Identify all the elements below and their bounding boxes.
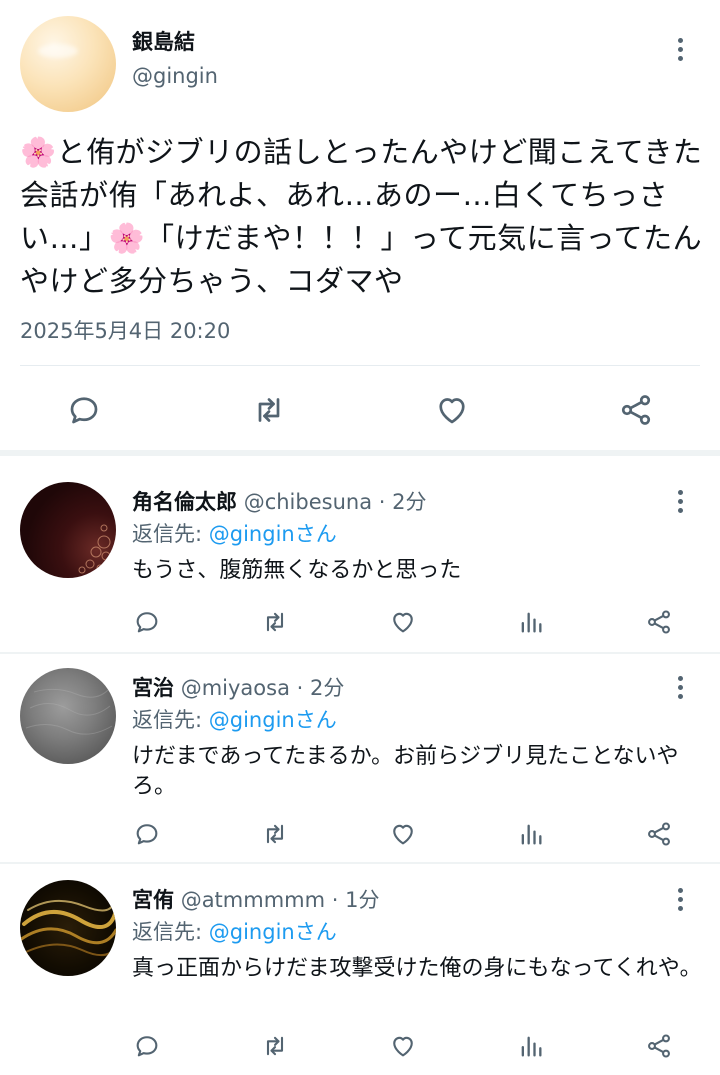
tweet-actions <box>0 386 720 434</box>
reply-text: 真っ正面からけだま攻撃受けた俺の身にもなってくれや。 <box>132 956 702 981</box>
retweet-icon[interactable] <box>249 386 289 434</box>
texture-pattern-icon <box>25 688 113 735</box>
share-icon[interactable] <box>641 1026 677 1066</box>
avatar[interactable] <box>20 880 116 976</box>
reply-time: · 1分 <box>331 888 380 912</box>
reply-to-link[interactable]: @ginginさん <box>209 708 337 732</box>
reply-text: けだまであってたまるか。お前らジブリ見たことないやろ。 <box>132 744 679 799</box>
like-icon[interactable] <box>385 602 421 642</box>
reply-to-line: 返信先: @ginginさん <box>132 518 337 548</box>
tweet-timestamp[interactable]: 2025年5月4日 20:20 <box>20 315 230 345</box>
more-options-icon[interactable] <box>670 888 690 911</box>
analytics-icon[interactable] <box>513 1026 549 1066</box>
author-name[interactable]: 銀島結 <box>132 26 195 56</box>
author-name[interactable]: 宮侑 <box>132 888 174 912</box>
reply-actions <box>0 814 720 854</box>
author-handle[interactable]: @miyaosa <box>181 676 290 700</box>
share-icon[interactable] <box>641 814 677 854</box>
divider <box>20 365 700 366</box>
reply-actions <box>0 602 720 642</box>
tweet-text: 🌸と侑がジブリの話しとったんやけど聞こえてきた会話が侑「あれよ、あれ…あのー…白… <box>20 135 703 298</box>
avatar[interactable] <box>20 16 116 112</box>
analytics-icon[interactable] <box>513 814 549 854</box>
retweet-icon[interactable] <box>257 814 293 854</box>
reply-time: · 2分 <box>296 676 345 700</box>
reply-to-label: 返信先: <box>132 522 209 546</box>
golden-swirl-icon <box>20 897 116 957</box>
more-options-icon[interactable] <box>670 490 690 513</box>
retweet-icon[interactable] <box>257 1026 293 1066</box>
reply-icon[interactable] <box>64 386 104 434</box>
reply-icon[interactable] <box>129 814 165 854</box>
like-icon[interactable] <box>432 386 472 434</box>
tweet-thread: 銀島結 @gingin 🌸と侑がジブリの話しとったんやけど聞こえてきた会話が侑「… <box>0 0 720 1075</box>
author-name[interactable]: 宮治 <box>132 676 174 700</box>
main-tweet: 銀島結 @gingin 🌸と侑がジブリの話しとったんやけど聞こえてきた会話が侑「… <box>0 0 720 456</box>
more-options-icon[interactable] <box>670 676 690 699</box>
floral-pattern-icon <box>78 524 111 574</box>
reply-tweet[interactable]: 宮侑 @atmmmmm · 1分 返信先: @ginginさん 真っ正面からけだ… <box>0 864 720 1075</box>
like-icon[interactable] <box>385 1026 421 1066</box>
reply-icon[interactable] <box>129 602 165 642</box>
author-handle[interactable]: @chibesuna <box>244 490 372 514</box>
reply-to-link[interactable]: @ginginさん <box>209 522 337 546</box>
reply-header: 宮侑 @atmmmmm · 1分 <box>132 884 379 914</box>
analytics-icon[interactable] <box>513 602 549 642</box>
more-options-icon[interactable] <box>670 38 690 61</box>
avatar[interactable] <box>20 668 116 764</box>
reply-text: もうさ、腹筋無くなるかと思った <box>132 558 462 583</box>
reply-icon[interactable] <box>129 1026 165 1066</box>
avatar[interactable] <box>20 482 116 578</box>
author-handle[interactable]: @gingin <box>132 64 218 88</box>
reply-to-link[interactable]: @ginginさん <box>209 920 337 944</box>
share-icon[interactable] <box>641 602 677 642</box>
reply-time: · 2分 <box>378 490 427 514</box>
share-icon[interactable] <box>616 386 656 434</box>
reply-tweet[interactable]: 宮治 @miyaosa · 2分 返信先: @ginginさん けだまであってた… <box>0 654 720 864</box>
like-icon[interactable] <box>385 814 421 854</box>
author-name[interactable]: 角名倫太郎 <box>132 490 237 514</box>
reply-tweet[interactable]: 角名倫太郎 @chibesuna · 2分 返信先: @ginginさん もうさ… <box>0 462 720 654</box>
retweet-icon[interactable] <box>257 602 293 642</box>
reply-header: 角名倫太郎 @chibesuna · 2分 <box>132 486 426 516</box>
reply-to-label: 返信先: <box>132 708 209 732</box>
reply-to-line: 返信先: @ginginさん <box>132 704 337 734</box>
reply-actions <box>0 1026 720 1066</box>
reply-to-line: 返信先: @ginginさん <box>132 916 337 946</box>
author-handle[interactable]: @atmmmmm <box>181 888 325 912</box>
reply-to-label: 返信先: <box>132 920 209 944</box>
reply-header: 宮治 @miyaosa · 2分 <box>132 672 344 702</box>
